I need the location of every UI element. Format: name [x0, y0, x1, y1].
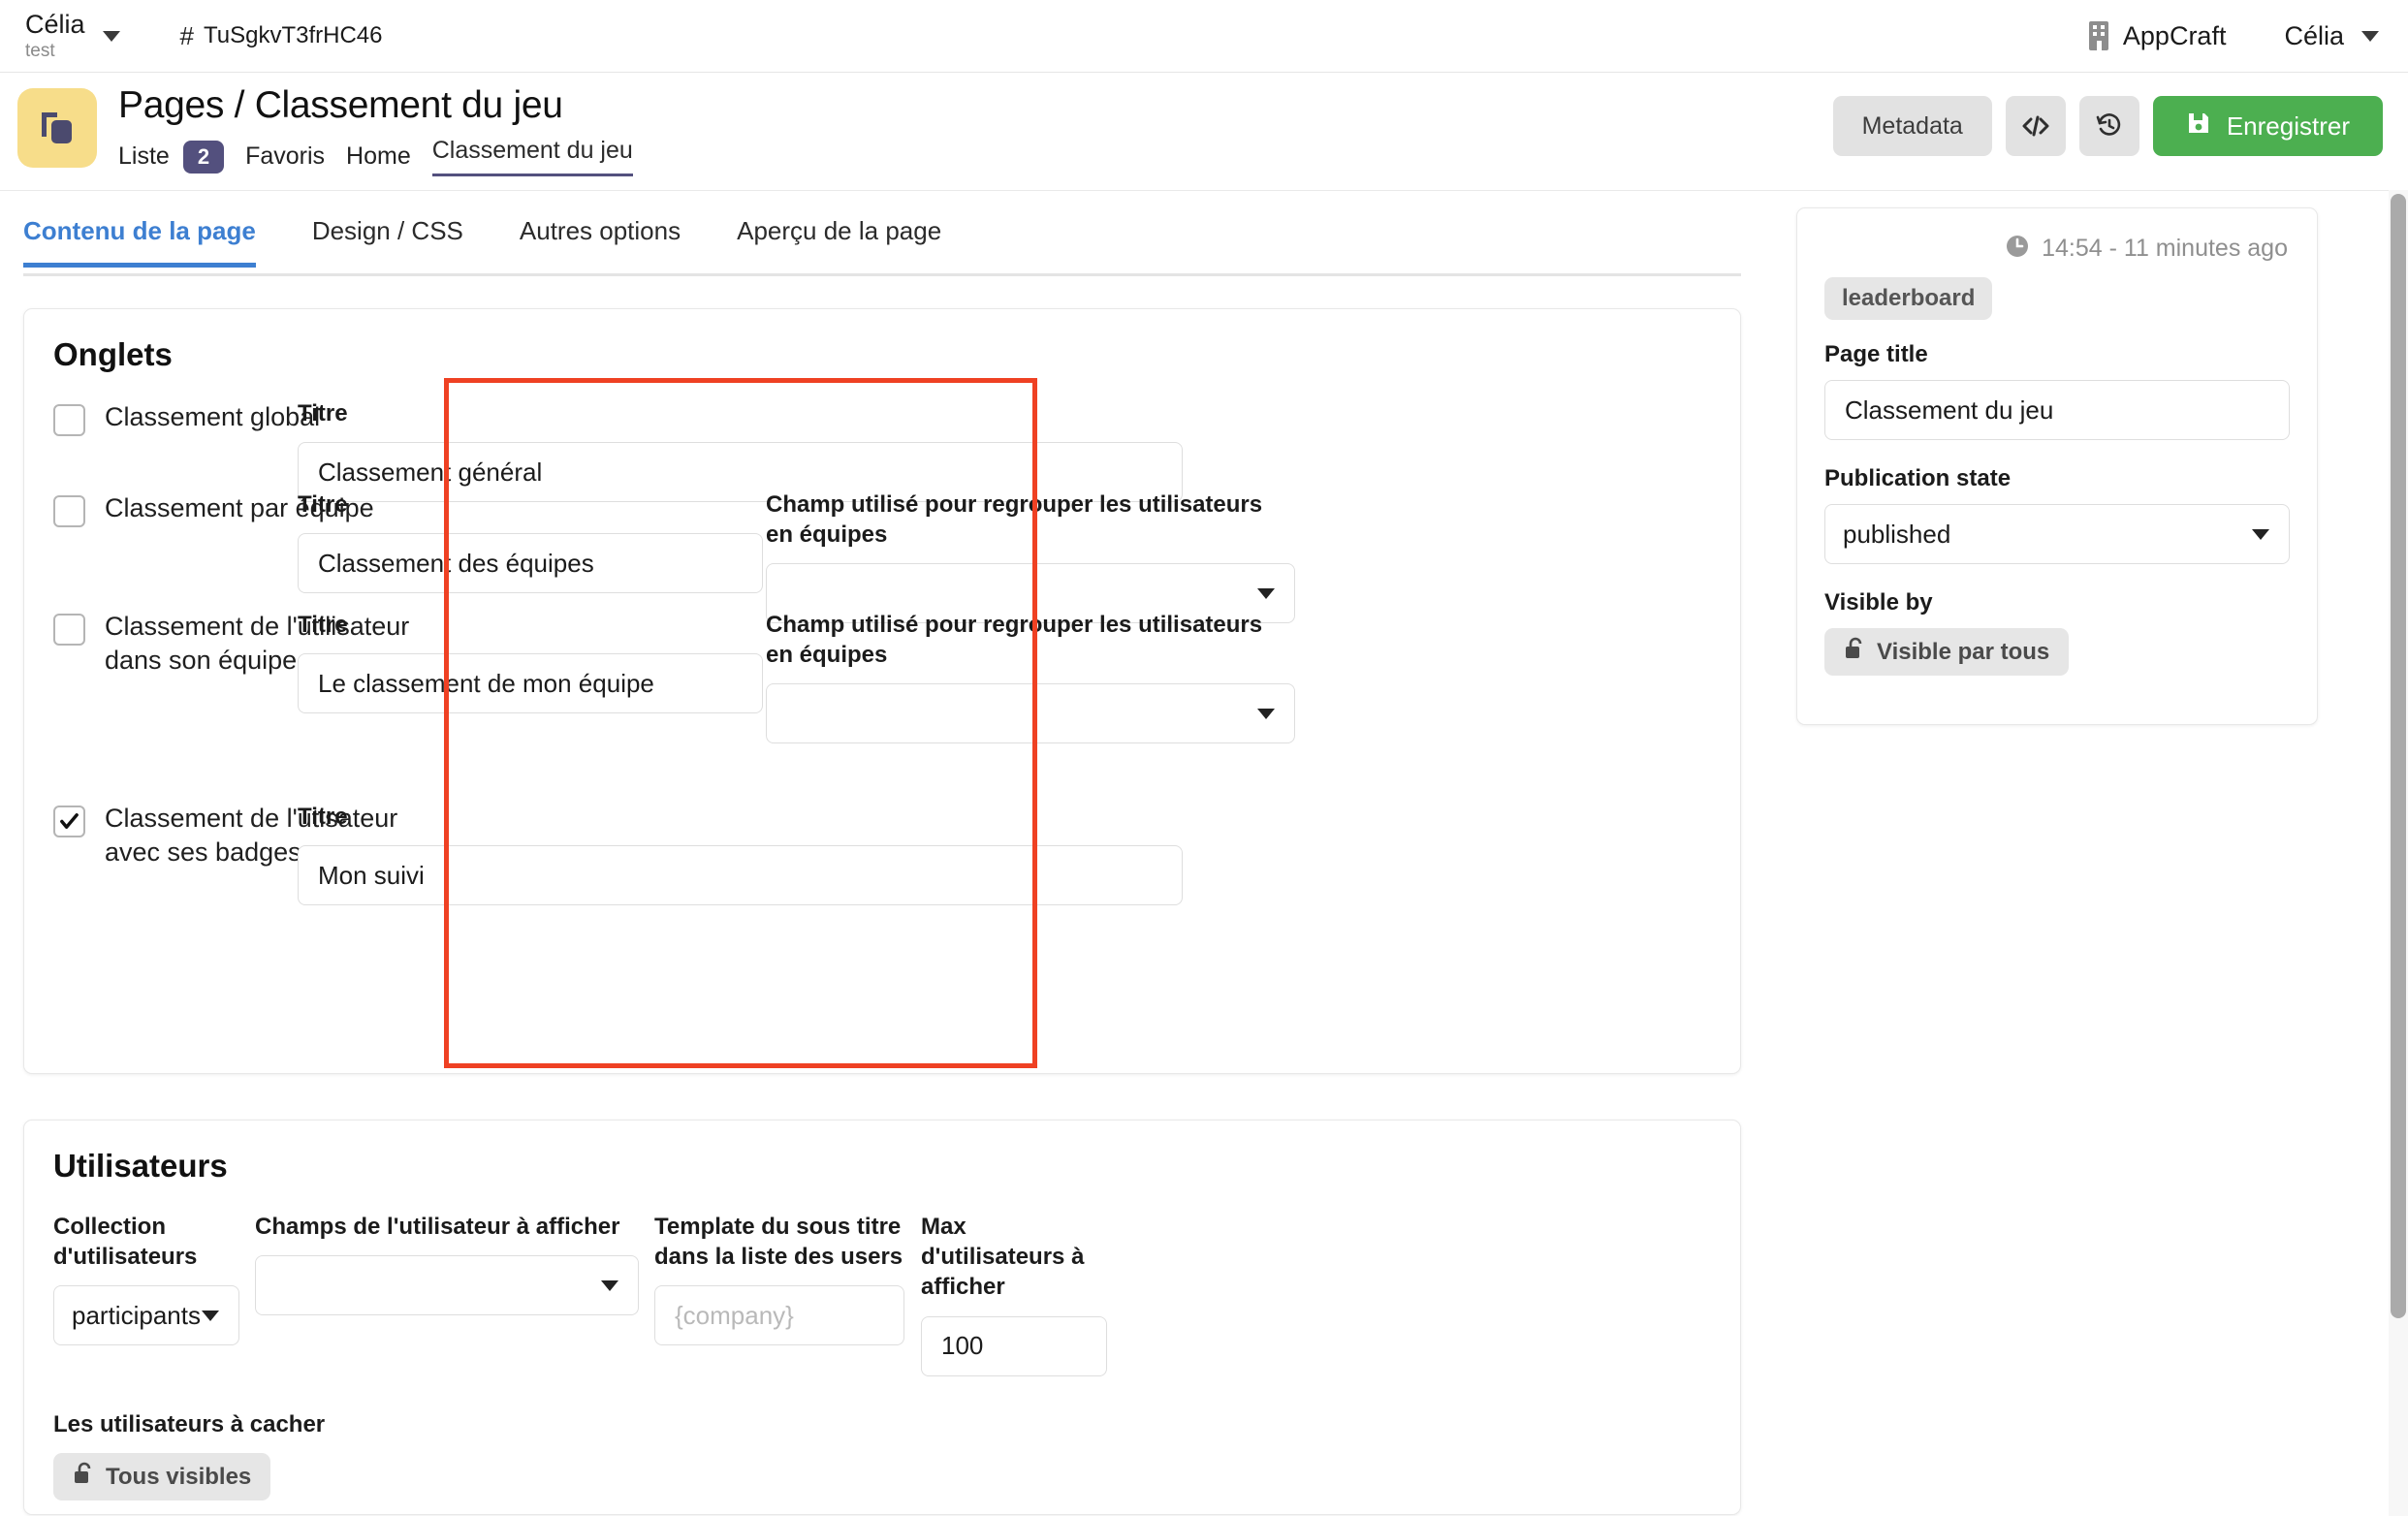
titre-input-2[interactable] [298, 533, 763, 593]
checkbox-classement-global[interactable] [53, 404, 85, 436]
org-subtitle: test [25, 42, 85, 60]
max-users-field: Max d'utilisateurs à afficher [921, 1212, 1107, 1376]
onglets-section-title: Onglets [53, 336, 173, 373]
hidden-users-label: Les utilisateurs à cacher [53, 1409, 325, 1439]
checkbox-classement-badges[interactable] [53, 805, 85, 837]
visible-by-label: Visible by [1824, 589, 2290, 616]
chevron-down-icon [1257, 709, 1275, 719]
onglet-label-1: Classement global [105, 400, 320, 434]
subtitle-template-field: Template du sous titre dans la liste des… [654, 1212, 904, 1345]
top-bar: Célia test # TuSgkvT3frHC46 AppCraft Cél… [0, 0, 2408, 73]
group-field-label-2: Champ utilisé pour regrouper les utilisa… [766, 490, 1295, 550]
titre-label-1: Titre [298, 398, 1183, 428]
checkbox-classement-utilisateur-equipe[interactable] [53, 614, 85, 646]
group-field-3: Champ utilisé pour regrouper les utilisa… [766, 610, 1295, 743]
publication-state-label: Publication state [1824, 465, 2290, 492]
pages-copy-icon [17, 88, 97, 168]
clock-icon [2005, 234, 2030, 264]
code-brackets-icon[interactable] [2006, 96, 2066, 156]
tab-autres-options[interactable]: Autres options [520, 208, 681, 263]
collection-select[interactable]: participants [53, 1285, 239, 1345]
app-name: AppCraft [2123, 21, 2227, 51]
titre-field-1: Titre [298, 398, 1183, 502]
page-title-label: Page title [1824, 341, 2290, 368]
history-clock-icon[interactable] [2079, 96, 2139, 156]
chevron-down-icon [1257, 588, 1275, 599]
tab-design-css[interactable]: Design / CSS [312, 208, 463, 263]
page-tag-chip[interactable]: leaderboard [1824, 277, 1992, 320]
breadcrumb: Liste 2 Favoris Home Classement du jeu [118, 137, 633, 176]
org-switcher[interactable]: Célia test [0, 12, 120, 60]
save-button[interactable]: Enregistrer [2153, 96, 2383, 156]
subtitle-template-label: Template du sous titre dans la liste des… [654, 1212, 904, 1272]
hash-icon: # [180, 21, 194, 51]
group-field-select-3[interactable] [766, 683, 1295, 743]
hidden-users-field: Les utilisateurs à cacher Tous visibles [53, 1409, 325, 1500]
unlock-icon [73, 1462, 94, 1492]
titre-input-4[interactable] [298, 845, 1183, 905]
max-users-input[interactable] [921, 1316, 1107, 1376]
titre-input-3[interactable] [298, 653, 763, 713]
tab-contenu-de-la-page[interactable]: Contenu de la page [23, 208, 256, 268]
checkbox-classement-par-equipe[interactable] [53, 495, 85, 527]
titre-field-2: Titre [298, 490, 763, 593]
breadcrumb-item-liste[interactable]: Liste [118, 142, 170, 171]
last-saved-timestamp: 14:54 - 11 minutes ago [2042, 235, 2288, 263]
publication-state-select[interactable]: published [1824, 504, 2290, 564]
group-field-2: Champ utilisé pour regrouper les utilisa… [766, 490, 1295, 623]
hidden-users-pill[interactable]: Tous visibles [53, 1453, 270, 1500]
collection-value: participants [72, 1301, 201, 1331]
chevron-down-icon [601, 1280, 618, 1291]
tab-apercu-de-la-page[interactable]: Aperçu de la page [737, 208, 941, 263]
titre-label-4: Titre [298, 802, 1183, 832]
project-id[interactable]: # TuSgkvT3frHC46 [180, 21, 383, 51]
save-button-label: Enregistrer [2227, 111, 2350, 142]
hidden-users-pill-label: Tous visibles [106, 1464, 251, 1491]
building-icon [2086, 19, 2111, 52]
user-fields-select[interactable] [255, 1255, 639, 1315]
max-users-label: Max d'utilisateurs à afficher [921, 1212, 1107, 1303]
metadata-button[interactable]: Metadata [1833, 96, 1992, 156]
page-title-input[interactable] [1824, 380, 2290, 440]
publication-state-value: published [1843, 520, 1950, 550]
page-scrollbar-thumb[interactable] [2391, 194, 2406, 1318]
chevron-down-icon [2252, 529, 2269, 540]
subtitle-template-input[interactable] [654, 1285, 904, 1345]
breadcrumb-item-favoris[interactable]: Favoris [245, 142, 325, 171]
onglets-card: Onglets Classement global Titre Classeme… [23, 308, 1741, 1074]
onglet-row-1: Classement global [53, 400, 320, 436]
titre-label-3: Titre [298, 610, 763, 640]
user-menu-name[interactable]: Célia [2284, 21, 2344, 51]
collection-label: Collection d'utilisateurs [53, 1212, 239, 1272]
utilisateurs-card: Utilisateurs Collection d'utilisateurs p… [23, 1120, 1741, 1515]
visible-by-pill-label: Visible par tous [1877, 639, 2049, 666]
page-header: Pages / Classement du jeu Liste 2 Favori… [0, 73, 2408, 191]
unlock-icon [1844, 637, 1865, 667]
content-tabs: Contenu de la page Design / CSS Autres o… [23, 208, 1741, 276]
chevron-down-icon[interactable] [103, 31, 120, 42]
user-fields-field: Champs de l'utilisateur à afficher [255, 1212, 639, 1315]
chevron-down-icon [202, 1311, 219, 1321]
breadcrumb-item-current[interactable]: Classement du jeu [432, 137, 633, 176]
breadcrumb-badge-count: 2 [183, 141, 224, 174]
titre-label-2: Titre [298, 490, 763, 520]
visible-by-pill[interactable]: Visible par tous [1824, 628, 2069, 676]
page-settings-panel: 14:54 - 11 minutes ago leaderboard Page … [1796, 207, 2318, 725]
titre-field-3: Titre [298, 610, 763, 713]
floppy-save-icon [2186, 111, 2211, 142]
titre-field-4: Titre [298, 802, 1183, 905]
collection-field: Collection d'utilisateurs participants [53, 1212, 239, 1345]
breadcrumb-item-home[interactable]: Home [346, 142, 411, 171]
project-id-text: TuSgkvT3frHC46 [204, 22, 383, 49]
group-field-label-3: Champ utilisé pour regrouper les utilisa… [766, 610, 1295, 670]
org-name: Célia [25, 12, 85, 38]
last-saved-row: 14:54 - 11 minutes ago [1797, 208, 2317, 264]
page-title: Pages / Classement du jeu [118, 84, 633, 127]
user-menu-chevron-down-icon[interactable] [2361, 31, 2379, 42]
user-fields-label: Champs de l'utilisateur à afficher [255, 1212, 639, 1242]
utilisateurs-section-title: Utilisateurs [53, 1148, 228, 1184]
